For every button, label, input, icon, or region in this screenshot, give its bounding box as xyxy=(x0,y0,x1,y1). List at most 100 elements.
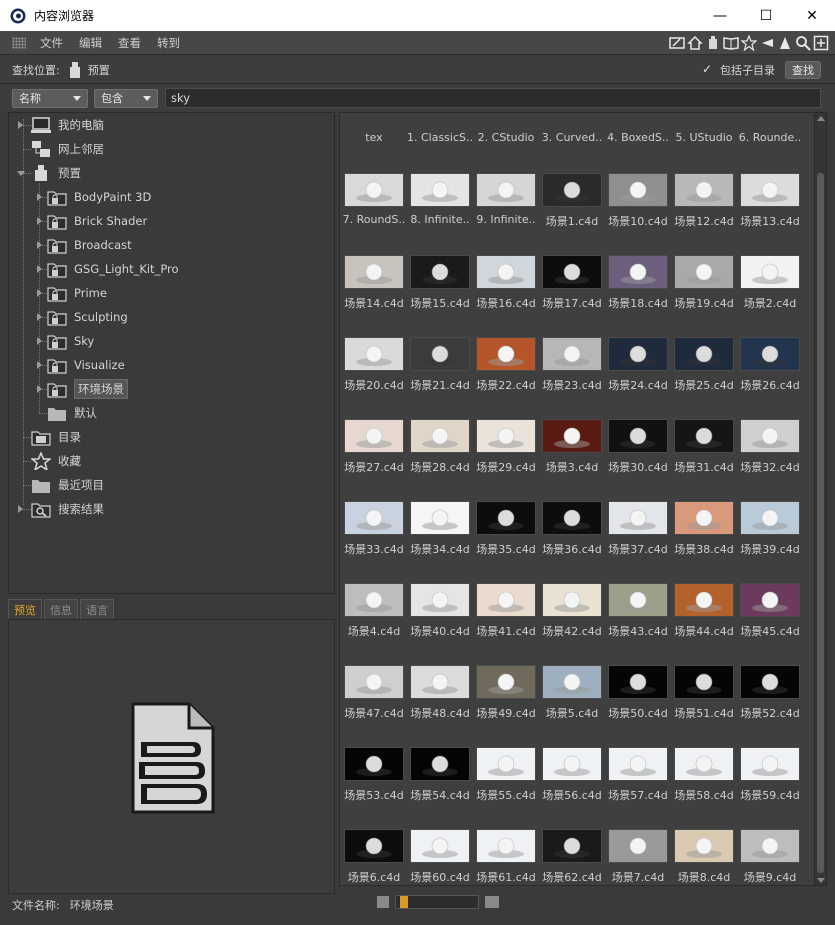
grid-item[interactable]: 场景40.c4d xyxy=(408,583,472,663)
grid-item[interactable]: 场景38.c4d xyxy=(672,501,736,581)
expand-arrow-icon[interactable] xyxy=(37,289,42,297)
expand-arrow-icon[interactable] xyxy=(37,217,42,225)
scrollbar-thumb[interactable] xyxy=(817,173,824,873)
grip-icon[interactable] xyxy=(12,36,26,49)
grid-item[interactable]: 场景27.c4d xyxy=(342,419,406,499)
expand-arrow-icon[interactable] xyxy=(18,121,23,129)
grid-item[interactable]: 场景21.c4d xyxy=(408,337,472,417)
expand-arrow-icon[interactable] xyxy=(37,265,42,273)
grid-item[interactable]: 场景61.c4d xyxy=(474,829,538,885)
close-button[interactable]: ✕ xyxy=(789,0,835,31)
grid-item[interactable]: 场景58.c4d xyxy=(672,747,736,827)
tab-preview[interactable]: 预览 xyxy=(8,599,42,619)
tree-item-node-16[interactable]: 搜索结果 xyxy=(31,498,104,520)
grid-item[interactable]: 场景55.c4d xyxy=(474,747,538,827)
grid-item[interactable]: 场景28.c4d xyxy=(408,419,472,499)
grid-item[interactable]: 1. ClassicS.. xyxy=(407,113,473,171)
grid-item[interactable]: 场景44.c4d xyxy=(672,583,736,663)
edit-icon[interactable] xyxy=(669,35,685,51)
grid-item[interactable]: 场景48.c4d xyxy=(408,665,472,745)
grid-item[interactable]: 场景33.c4d xyxy=(342,501,406,581)
expand-arrow-icon[interactable] xyxy=(37,361,42,369)
expand-arrow-icon[interactable] xyxy=(37,385,42,393)
tree-item-node-13[interactable]: 目录 xyxy=(31,426,81,448)
include-subdirs-checkbox[interactable]: ✓ xyxy=(702,63,715,76)
expand-arrow-icon[interactable] xyxy=(18,505,23,513)
preset-icon[interactable] xyxy=(705,35,721,51)
grid-item[interactable]: 场景8.c4d xyxy=(672,829,736,885)
tree-item-node-0[interactable]: 我的电脑 xyxy=(31,114,104,136)
tree-item-visualize[interactable]: Visualize xyxy=(47,354,125,376)
grid-item[interactable]: 场景22.c4d xyxy=(474,337,538,417)
grid-item[interactable]: 场景12.c4d xyxy=(672,173,736,253)
grid-item[interactable]: 3. Curved.. xyxy=(540,113,604,171)
grid-item[interactable]: 场景26.c4d xyxy=(738,337,802,417)
grid-item[interactable]: 场景39.c4d xyxy=(738,501,802,581)
grid-item[interactable]: tex xyxy=(342,113,406,171)
grid-item[interactable]: 场景60.c4d xyxy=(408,829,472,885)
grid-item[interactable]: 场景37.c4d xyxy=(606,501,670,581)
zoom-slider-knob[interactable] xyxy=(400,896,408,908)
grid-item[interactable]: 8. Infinite.. xyxy=(408,173,472,253)
grid-item[interactable]: 场景57.c4d xyxy=(606,747,670,827)
back-icon[interactable] xyxy=(759,35,775,51)
tree-item-node-1[interactable]: 网上邻居 xyxy=(31,138,104,160)
minimize-button[interactable]: — xyxy=(697,0,743,31)
grid-item[interactable]: 场景6.c4d xyxy=(342,829,406,885)
grid-item[interactable]: 5. UStudio xyxy=(672,113,736,171)
location-value[interactable]: 预置 xyxy=(88,62,110,78)
tree-item-gsg-light-kit-pro[interactable]: GSG_Light_Kit_Pro xyxy=(47,258,179,280)
operator-select[interactable]: 包含 xyxy=(94,88,158,108)
tree-item-sculpting[interactable]: Sculpting xyxy=(47,306,128,328)
star-icon[interactable] xyxy=(741,34,757,51)
tree-item-node-14[interactable]: 收藏 xyxy=(31,450,81,472)
expand-arrow-icon[interactable] xyxy=(37,241,42,249)
grid-item[interactable]: 场景18.c4d xyxy=(606,255,670,335)
new-icon[interactable] xyxy=(813,35,829,51)
find-button[interactable]: 查找 xyxy=(785,60,821,79)
grid-item[interactable]: 场景9.c4d xyxy=(738,829,802,885)
grid-item[interactable]: 场景34.c4d xyxy=(408,501,472,581)
grid-item[interactable]: 6. Rounde.. xyxy=(738,113,802,171)
grid-item[interactable]: 场景13.c4d xyxy=(738,173,802,253)
zoom-small-icon[interactable] xyxy=(377,896,389,908)
tree-item-brick-shader[interactable]: Brick Shader xyxy=(47,210,147,232)
tree-item-broadcast[interactable]: Broadcast xyxy=(47,234,132,256)
scroll-up-icon[interactable] xyxy=(817,116,825,121)
grid-item[interactable]: 场景23.c4d xyxy=(540,337,604,417)
grid-item[interactable]: 场景14.c4d xyxy=(342,255,406,335)
grid-item[interactable]: 场景15.c4d xyxy=(408,255,472,335)
grid-item[interactable]: 场景25.c4d xyxy=(672,337,736,417)
grid-item[interactable]: 场景51.c4d xyxy=(672,665,736,745)
grid-item[interactable]: 场景32.c4d xyxy=(738,419,802,499)
grid-item[interactable]: 场景31.c4d xyxy=(672,419,736,499)
grid-item[interactable]: 场景3.c4d xyxy=(540,419,604,499)
field-select[interactable]: 名称 xyxy=(12,88,88,108)
grid-item[interactable]: 场景45.c4d xyxy=(738,583,802,663)
grid-item[interactable]: 场景43.c4d xyxy=(606,583,670,663)
grid-item[interactable]: 场景30.c4d xyxy=(606,419,670,499)
grid-item[interactable]: 场景49.c4d xyxy=(474,665,538,745)
grid-item[interactable]: 场景7.c4d xyxy=(606,829,670,885)
grid-item[interactable]: 4. BoxedS.. xyxy=(606,113,670,171)
tree-item-prime[interactable]: Prime xyxy=(47,282,107,304)
scroll-down-icon[interactable] xyxy=(817,878,825,883)
grid-item[interactable]: 场景4.c4d xyxy=(342,583,406,663)
menu-view[interactable]: 查看 xyxy=(112,35,147,51)
tree-item-node-2[interactable]: 预置 xyxy=(31,162,81,184)
grid-item[interactable]: 7. RoundS.. xyxy=(342,173,406,253)
grid-item[interactable]: 场景56.c4d xyxy=(540,747,604,827)
book-icon[interactable] xyxy=(723,35,739,51)
grid-item[interactable]: 场景54.c4d xyxy=(408,747,472,827)
grid-item[interactable]: 场景53.c4d xyxy=(342,747,406,827)
grid-item[interactable]: 场景19.c4d xyxy=(672,255,736,335)
grid-scrollbar[interactable] xyxy=(814,113,826,885)
zoom-large-icon[interactable] xyxy=(485,896,499,908)
tab-info[interactable]: 信息 xyxy=(44,599,78,619)
grid-item[interactable]: 场景10.c4d xyxy=(606,173,670,253)
grid-item[interactable]: 场景24.c4d xyxy=(606,337,670,417)
tree-item-sky[interactable]: Sky xyxy=(47,330,94,352)
menu-goto[interactable]: 转到 xyxy=(151,35,186,51)
tree-item-node-12[interactable]: 默认 xyxy=(47,402,97,424)
grid-item[interactable]: 场景50.c4d xyxy=(606,665,670,745)
